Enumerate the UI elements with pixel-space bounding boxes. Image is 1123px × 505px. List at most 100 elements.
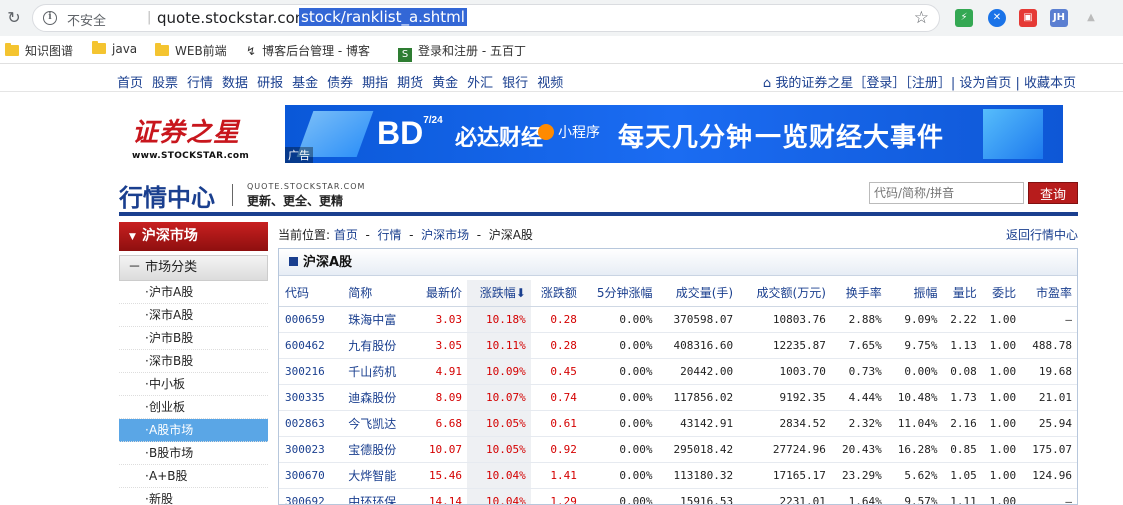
table-cell: 23.29% bbox=[830, 462, 887, 489]
table-cell: 1.13 bbox=[942, 332, 982, 359]
table-row[interactable]: 600462 九有股份 3.05 10.11% 0.28 0.00% 408316.60 12… bbox=[279, 332, 1077, 359]
nav-item[interactable]: 黄金 bbox=[432, 76, 458, 91]
bookmark-item[interactable]: ↯ 博客后台管理 - 博客 bbox=[246, 42, 370, 58]
table-cell: 1.00 bbox=[981, 410, 1022, 437]
stock-code-link[interactable]: 300335 bbox=[279, 384, 343, 411]
breadcrumb-link[interactable]: 沪深市场 bbox=[421, 228, 469, 242]
nav-item[interactable]: 视频 bbox=[537, 76, 563, 91]
banner-ad[interactable]: BD7/24 必达财经 小程序 每天几分钟 一览财经大事件 bbox=[285, 105, 1063, 163]
column-header[interactable]: 市盈率 bbox=[1021, 280, 1077, 307]
bookmark-item[interactable]: S 登录和注册 - 五百丁 bbox=[398, 42, 526, 62]
sidebar-item[interactable]: 沪市B股 bbox=[119, 327, 268, 350]
stock-name-link[interactable]: 中环环保 bbox=[342, 488, 416, 504]
sidebar-item[interactable]: A+B股 bbox=[119, 465, 268, 488]
table-row[interactable]: 300335 迪森股份 8.09 10.07% 0.74 0.00% 117856.02 91… bbox=[279, 384, 1077, 411]
stock-code-link[interactable]: 002863 bbox=[279, 410, 343, 437]
table-cell: 1.00 bbox=[981, 436, 1022, 463]
stock-name-link[interactable]: 珠海中富 bbox=[342, 306, 416, 333]
table-row[interactable]: 300692 中环环保 14.14 10.04% 1.29 0.00% 15916.53 22… bbox=[279, 488, 1077, 504]
column-header[interactable]: 涨跌幅⬇ bbox=[467, 280, 531, 307]
column-header[interactable]: 委比 bbox=[981, 280, 1022, 307]
sidebar-item[interactable]: B股市场 bbox=[119, 442, 268, 465]
extension-icon-1[interactable]: ⚡ bbox=[955, 9, 973, 27]
table-cell: 0.73% bbox=[830, 358, 887, 385]
column-header[interactable]: 量比 bbox=[942, 280, 982, 307]
site-logo[interactable]: 证券之星 www.STOCKSTAR.com bbox=[132, 112, 252, 161]
page-title: 行情中心 bbox=[119, 183, 215, 212]
breadcrumb-link[interactable]: 首页 bbox=[334, 228, 358, 242]
extension-icon-3[interactable]: ▣ bbox=[1019, 9, 1037, 27]
stock-code-link[interactable]: 600462 bbox=[279, 332, 343, 359]
column-header[interactable]: 成交额(万元) bbox=[738, 280, 831, 307]
account-links[interactable]: ⌂ 我的证券之星［登录］［注册］| 设为首页 | 收藏本页 bbox=[763, 72, 1076, 91]
stock-code-link[interactable]: 000659 bbox=[279, 306, 343, 333]
nav-item[interactable]: 数据 bbox=[222, 76, 248, 91]
back-to-quote-center-link[interactable]: 返回行情中心 bbox=[1006, 226, 1078, 243]
bookmark-item[interactable]: WEB前端 bbox=[155, 42, 227, 58]
extension-icon-2[interactable]: ✕ bbox=[988, 9, 1006, 27]
sidebar-item[interactable]: 深市B股 bbox=[119, 350, 268, 373]
table-cell: 25.94 bbox=[1021, 410, 1077, 437]
sidebar-item[interactable]: 新股 bbox=[119, 488, 268, 505]
nav-item[interactable]: 期货 bbox=[397, 76, 423, 91]
nav-item[interactable]: 基金 bbox=[292, 76, 318, 91]
column-header[interactable]: 5分钟涨幅 bbox=[581, 280, 658, 307]
url-host[interactable]: quote.stockstar.com/ bbox=[157, 9, 314, 27]
nav-item[interactable]: 研报 bbox=[257, 76, 283, 91]
sidebar-header[interactable]: ▼ 沪深市场 bbox=[119, 222, 268, 251]
sidebar-item[interactable]: 中小板 bbox=[119, 373, 268, 396]
stock-name-link[interactable]: 迪森股份 bbox=[342, 384, 416, 411]
table-row[interactable]: 000659 珠海中富 3.03 10.18% 0.28 0.00% 370598.07 10… bbox=[279, 306, 1077, 333]
column-header[interactable]: 涨跌额 bbox=[530, 280, 582, 307]
table-cell: 1.00 bbox=[981, 332, 1022, 359]
extension-icon-5[interactable]: ▲ bbox=[1082, 9, 1100, 27]
table-row[interactable]: 300670 大烨智能 15.46 10.04% 1.41 0.00% 113180.32 1… bbox=[279, 462, 1077, 489]
url-path-selected[interactable]: stock/ranklist_a.shtml bbox=[299, 8, 467, 26]
sidebar-item[interactable]: 沪市A股 bbox=[119, 281, 268, 304]
column-header[interactable]: 简称 bbox=[342, 280, 416, 307]
column-header[interactable]: 最新价 bbox=[415, 280, 468, 307]
banner-miniprogram: 小程序 bbox=[538, 122, 600, 142]
stock-name-link[interactable]: 千山药机 bbox=[342, 358, 416, 385]
nav-item[interactable]: 债券 bbox=[327, 76, 353, 91]
table-row[interactable]: 300023 宝德股份 10.07 10.05% 0.92 0.00% 295018.42 2… bbox=[279, 436, 1077, 463]
table-row[interactable]: 300216 千山药机 4.91 10.09% 0.45 0.00% 20442.00 100… bbox=[279, 358, 1077, 385]
stock-name-link[interactable]: 宝德股份 bbox=[342, 436, 416, 463]
column-header[interactable]: 代码 bbox=[279, 280, 343, 307]
bookmark-item[interactable]: 知识图谱 bbox=[5, 42, 73, 58]
table-body: 000659 珠海中富 3.03 10.18% 0.28 0.00% 370598.07 10… bbox=[279, 306, 1077, 504]
breadcrumb-link[interactable]: 行情 bbox=[377, 228, 401, 242]
nav-item[interactable]: 银行 bbox=[502, 76, 528, 91]
bookmark-star-icon[interactable]: ☆ bbox=[914, 8, 929, 28]
stock-name-link[interactable]: 大烨智能 bbox=[342, 462, 416, 489]
column-header[interactable]: 换手率 bbox=[830, 280, 887, 307]
stock-code-link[interactable]: 300692 bbox=[279, 488, 343, 504]
sidebar-item-active[interactable]: A股市场 bbox=[119, 419, 268, 442]
address-bar[interactable]: i 不安全 | quote.stockstar.com/ stock/rankl… bbox=[32, 4, 940, 32]
stock-code-link[interactable]: 300216 bbox=[279, 358, 343, 385]
column-header[interactable]: 振幅 bbox=[886, 280, 943, 307]
table-cell: 1.64% bbox=[830, 488, 887, 504]
stock-search-input[interactable] bbox=[869, 182, 1024, 204]
stock-code-link[interactable]: 300023 bbox=[279, 436, 343, 463]
table-row[interactable]: 002863 今飞凯达 6.68 10.05% 0.61 0.00% 43142.91 283… bbox=[279, 410, 1077, 437]
extension-icon-jh[interactable]: JH bbox=[1050, 9, 1068, 27]
sidebar-item[interactable]: 创业板 bbox=[119, 396, 268, 419]
stock-code-link[interactable]: 300670 bbox=[279, 462, 343, 489]
bookmark-item[interactable]: java bbox=[92, 41, 137, 58]
stock-name-link[interactable]: 今飞凯达 bbox=[342, 410, 416, 437]
reload-icon[interactable]: ↻ bbox=[4, 8, 24, 28]
search-button[interactable]: 查询 bbox=[1028, 182, 1078, 204]
page-slogan: 更新、更全、更精 bbox=[247, 194, 344, 208]
nav-item[interactable]: 首页 bbox=[117, 76, 143, 91]
nav-item[interactable]: 期指 bbox=[362, 76, 388, 91]
table-cell: 1.41 bbox=[530, 462, 582, 489]
sidebar-item[interactable]: 深市A股 bbox=[119, 304, 268, 327]
stock-name-link[interactable]: 九有股份 bbox=[342, 332, 416, 359]
nav-item[interactable]: 股票 bbox=[152, 76, 178, 91]
column-header[interactable]: 成交量(手) bbox=[657, 280, 739, 307]
nav-item[interactable]: 外汇 bbox=[467, 76, 493, 91]
nav-item[interactable]: 行情 bbox=[187, 76, 213, 91]
info-icon[interactable]: i bbox=[43, 11, 57, 25]
sidebar-category[interactable]: － 市场分类 bbox=[119, 255, 268, 281]
